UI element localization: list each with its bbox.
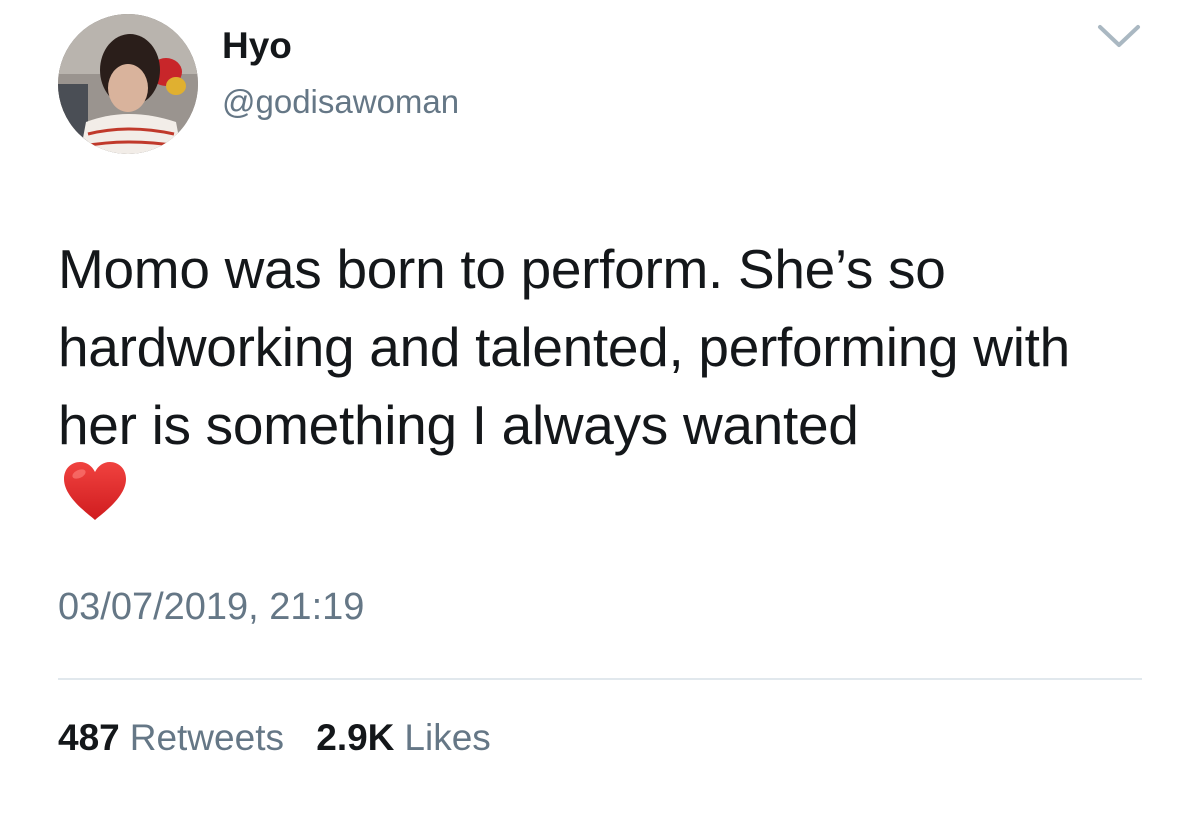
divider — [58, 678, 1142, 680]
retweets-stat[interactable]: 487 Retweets — [58, 716, 284, 760]
tweet-timestamp[interactable]: 03/07/2019, 21:19 — [58, 584, 364, 630]
retweets-label: Retweets — [129, 717, 284, 758]
likes-stat[interactable]: 2.9K Likes — [316, 716, 491, 760]
tweet-text: Momo was born to perform. She’s so hardw… — [58, 238, 1070, 456]
avatar-photo — [58, 14, 198, 154]
chevron-down-icon[interactable] — [1096, 20, 1142, 52]
heart-icon — [62, 460, 128, 522]
tweet-stats: 487 Retweets 2.9K Likes — [58, 716, 491, 760]
author-handle[interactable]: @godisawoman — [222, 82, 459, 122]
likes-count: 2.9K — [316, 717, 395, 758]
avatar[interactable] — [58, 14, 198, 154]
likes-label: Likes — [404, 717, 491, 758]
retweets-count: 487 — [58, 717, 120, 758]
author-display-name[interactable]: Hyo — [222, 24, 292, 68]
